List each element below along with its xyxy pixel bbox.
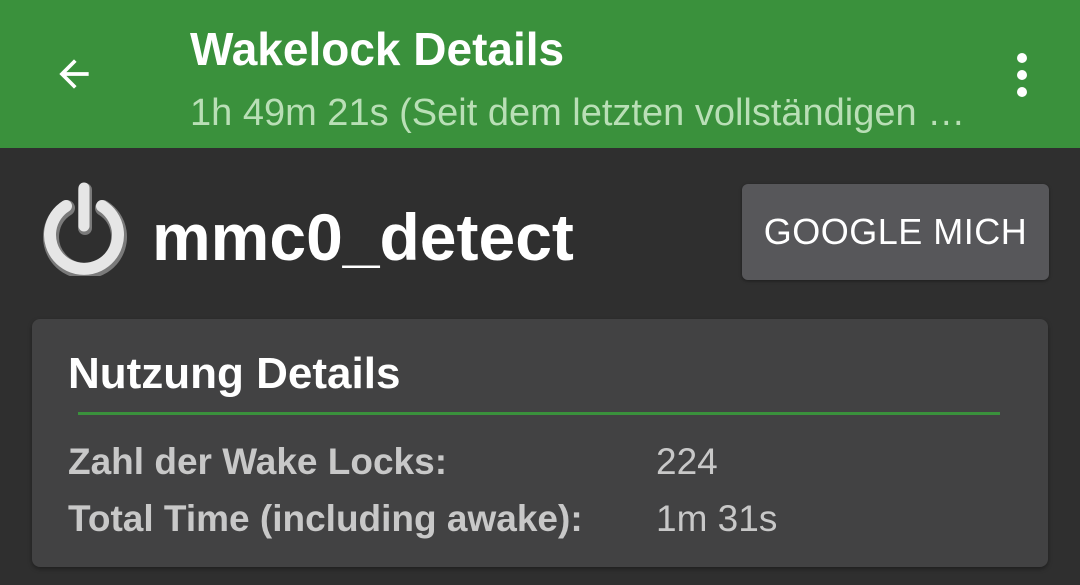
back-button[interactable] (36, 36, 112, 112)
page-subtitle: 1h 49m 21s (Seit dem letzten vollständig… (190, 92, 970, 134)
wakelock-count-value: 224 (656, 441, 718, 482)
app-bar: Wakelock Details 1h 49m 21s (Seit dem le… (0, 0, 1080, 148)
card-divider (78, 412, 1000, 415)
arrow-back-icon (59, 59, 89, 89)
google-me-button[interactable]: GOOGLE MICH (742, 184, 1049, 280)
overflow-menu-button[interactable] (996, 46, 1048, 104)
power-icon (43, 182, 127, 276)
wakelock-name: mmc0_detect (152, 200, 574, 274)
wakelock-count-label: Zahl der Wake Locks: (68, 441, 448, 482)
total-time-value: 1m 31s (656, 498, 778, 539)
total-time-label: Total Time (including awake): (68, 498, 583, 539)
more-vertical-icon (1017, 53, 1027, 97)
card-title: Nutzung Details (68, 349, 401, 398)
usage-details-card: Nutzung Details Zahl der Wake Locks: 224… (32, 319, 1048, 567)
page-title: Wakelock Details (190, 23, 565, 75)
